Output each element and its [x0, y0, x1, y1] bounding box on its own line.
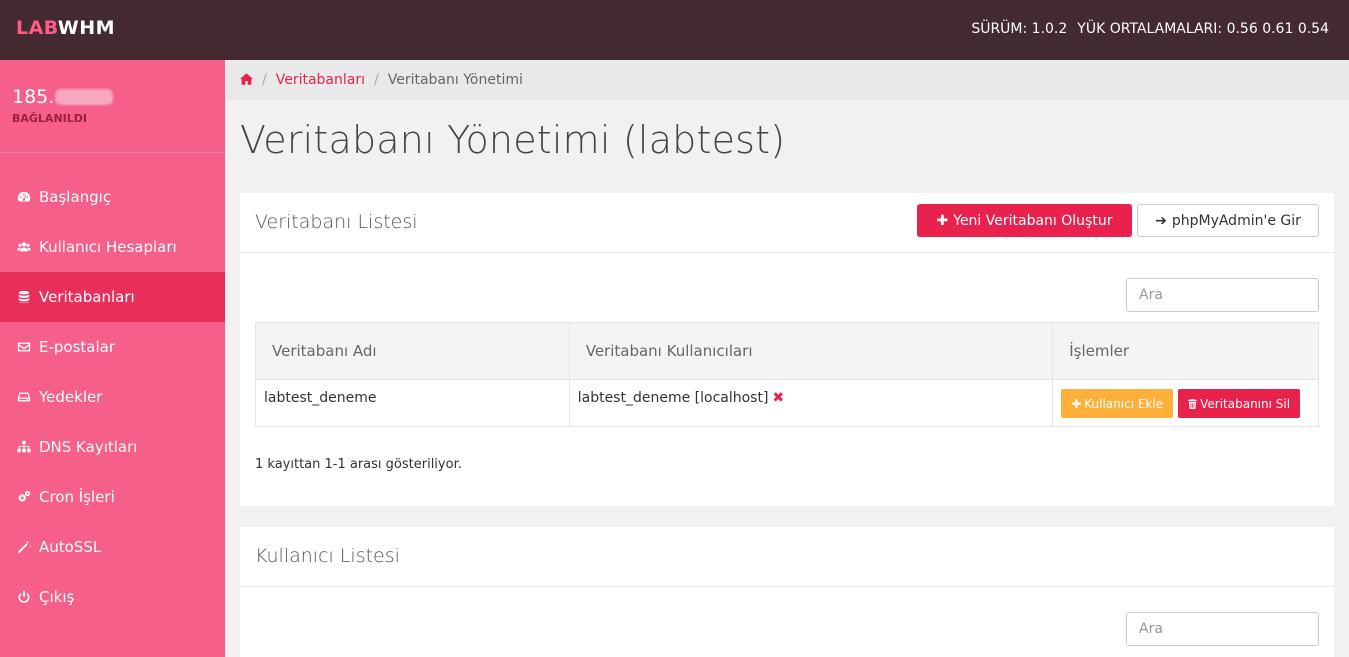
- sidebar-item-baslangic[interactable]: Başlangıç: [0, 172, 225, 222]
- connection-status: BAĞLANILDI: [12, 112, 87, 125]
- trash-icon: [1188, 397, 1197, 411]
- logo-part-whm: WHM: [57, 17, 116, 39]
- sidebar-item-dns-kayitlari[interactable]: DNS Kayıtları: [0, 422, 225, 472]
- panel-header: Veritabanı Listesi ✚ Yeni Veritabanı Olu…: [240, 193, 1334, 253]
- database-table: Veritabanı Adı Veritabanı Kullanıcıları …: [255, 322, 1319, 427]
- panel-title: Veritabanı Listesi: [255, 211, 418, 233]
- sidebar-item-label: Veritabanları: [39, 288, 135, 306]
- hdd-icon: [15, 390, 33, 404]
- sidebar-item-veritabanlari[interactable]: Veritabanları: [0, 272, 225, 322]
- delete-database-label: Veritabanını Sil: [1200, 396, 1291, 411]
- sidebar-item-label: Cron İşleri: [39, 488, 115, 506]
- sidebar-item-cikis[interactable]: Çıkış: [0, 572, 225, 622]
- sidebar-item-label: DNS Kayıtları: [39, 438, 138, 456]
- server-ip-prefix: 185.: [12, 86, 55, 108]
- sidebar-item-label: Başlangıç: [39, 188, 112, 206]
- column-header-actions: İşlemler: [1052, 322, 1319, 380]
- sidebar-item-label: Çıkış: [39, 588, 75, 606]
- breadcrumb: / Veritabanları / Veritabanı Yönetimi: [225, 60, 1349, 100]
- panel-header: Kullanıcı Listesi: [240, 527, 1334, 587]
- load-average-text: YÜK ORTALAMALARI: 0.56 0.61 0.54: [1077, 21, 1329, 37]
- version-text: SÜRÜM: 1.0.2: [971, 21, 1068, 37]
- power-icon: [15, 590, 33, 604]
- server-info: SÜRÜM: 1.0.2 YÜK ORTALAMALARI: 0.56 0.61 …: [971, 21, 1329, 37]
- add-user-button[interactable]: ✚ Kullanıcı Ekle: [1061, 389, 1174, 418]
- database-search-input[interactable]: [1126, 278, 1319, 312]
- add-user-label: Kullanıcı Ekle: [1084, 396, 1164, 411]
- sitemap-icon: [15, 440, 33, 454]
- sidebar-item-yedekler[interactable]: Yedekler: [0, 372, 225, 422]
- column-header-db-name[interactable]: Veritabanı Adı: [255, 322, 570, 380]
- top-bar: LABWHM SÜRÜM: 1.0.2 YÜK ORTALAMALARI: 0.5…: [0, 0, 1349, 60]
- delete-database-button[interactable]: Veritabanını Sil: [1178, 389, 1301, 418]
- breadcrumb-home[interactable]: [240, 72, 253, 88]
- ip-redacted: [55, 89, 114, 105]
- sidebar-item-e-postalar[interactable]: E-postalar: [0, 322, 225, 372]
- plus-icon: ✚: [1071, 396, 1082, 411]
- phpmyadmin-label: phpMyAdmin'e Gir: [1171, 212, 1301, 229]
- sidebar-menu: Başlangıç Kullanıcı Hesapları Veritabanl…: [0, 172, 225, 622]
- magic-wand-icon: [15, 540, 33, 554]
- user-search-input[interactable]: [1126, 612, 1319, 646]
- breadcrumb-current: Veritabanı Yönetimi: [387, 72, 523, 88]
- db-name-cell: labtest_deneme: [255, 379, 570, 427]
- db-users-cell: labtest_deneme [localhost] ✖: [569, 379, 1054, 427]
- paging-info: 1 kayıttan 1-1 arası gösteriliyor.: [255, 457, 462, 472]
- logo-part-lab: LAB: [16, 17, 58, 39]
- sidebar-item-label: E-postalar: [39, 338, 116, 356]
- home-icon: [240, 73, 253, 85]
- app-logo[interactable]: LABWHM: [16, 17, 115, 39]
- sidebar-item-label: Yedekler: [39, 388, 103, 406]
- database-list-panel: Veritabanı Listesi ✚ Yeni Veritabanı Olu…: [240, 193, 1334, 506]
- actions-cell: ✚ Kullanıcı Ekle Veritabanını Sil: [1052, 379, 1319, 427]
- server-ip: 185.: [12, 86, 114, 108]
- page-title: Veritabanı Yönetimi (labtest): [240, 118, 786, 162]
- breadcrumb-separator: /: [262, 72, 267, 88]
- db-user-entry: labtest_deneme [localhost]: [577, 390, 769, 406]
- phpmyadmin-button[interactable]: ➔ phpMyAdmin'e Gir: [1137, 204, 1319, 237]
- arrow-right-icon: ➔: [1155, 212, 1167, 229]
- plus-icon: ✚: [936, 212, 949, 229]
- cogs-icon: [15, 490, 33, 504]
- envelope-icon: [15, 340, 33, 354]
- table-row: labtest_deneme labtest_deneme [localhost…: [255, 379, 1319, 427]
- sidebar-item-cron-isleri[interactable]: Cron İşleri: [0, 472, 225, 522]
- sidebar-item-label: Kullanıcı Hesapları: [39, 238, 177, 256]
- dashboard-icon: [15, 190, 33, 204]
- breadcrumb-separator: /: [374, 72, 379, 88]
- sidebar-item-autossl[interactable]: AutoSSL: [0, 522, 225, 572]
- database-icon: [15, 290, 33, 304]
- sidebar: 185. BAĞLANILDI Başlangıç Kullanıcı Hesa…: [0, 60, 225, 657]
- sidebar-item-label: AutoSSL: [39, 538, 102, 556]
- sidebar-item-kullanici-hesaplari[interactable]: Kullanıcı Hesapları: [0, 222, 225, 272]
- sidebar-divider: [0, 152, 225, 153]
- users-icon: [15, 240, 33, 254]
- table-header-row: Veritabanı Adı Veritabanı Kullanıcıları …: [255, 322, 1319, 380]
- create-database-button[interactable]: ✚ Yeni Veritabanı Oluştur: [917, 204, 1132, 237]
- user-list-panel: Kullanıcı Listesi: [240, 527, 1334, 657]
- column-header-db-users[interactable]: Veritabanı Kullanıcıları: [569, 322, 1054, 380]
- create-database-label: Yeni Veritabanı Oluştur: [953, 212, 1113, 229]
- panel-title: Kullanıcı Listesi: [255, 545, 400, 567]
- remove-user-icon[interactable]: ✖: [772, 390, 784, 406]
- breadcrumb-link-veritabanlari[interactable]: Veritabanları: [276, 72, 365, 88]
